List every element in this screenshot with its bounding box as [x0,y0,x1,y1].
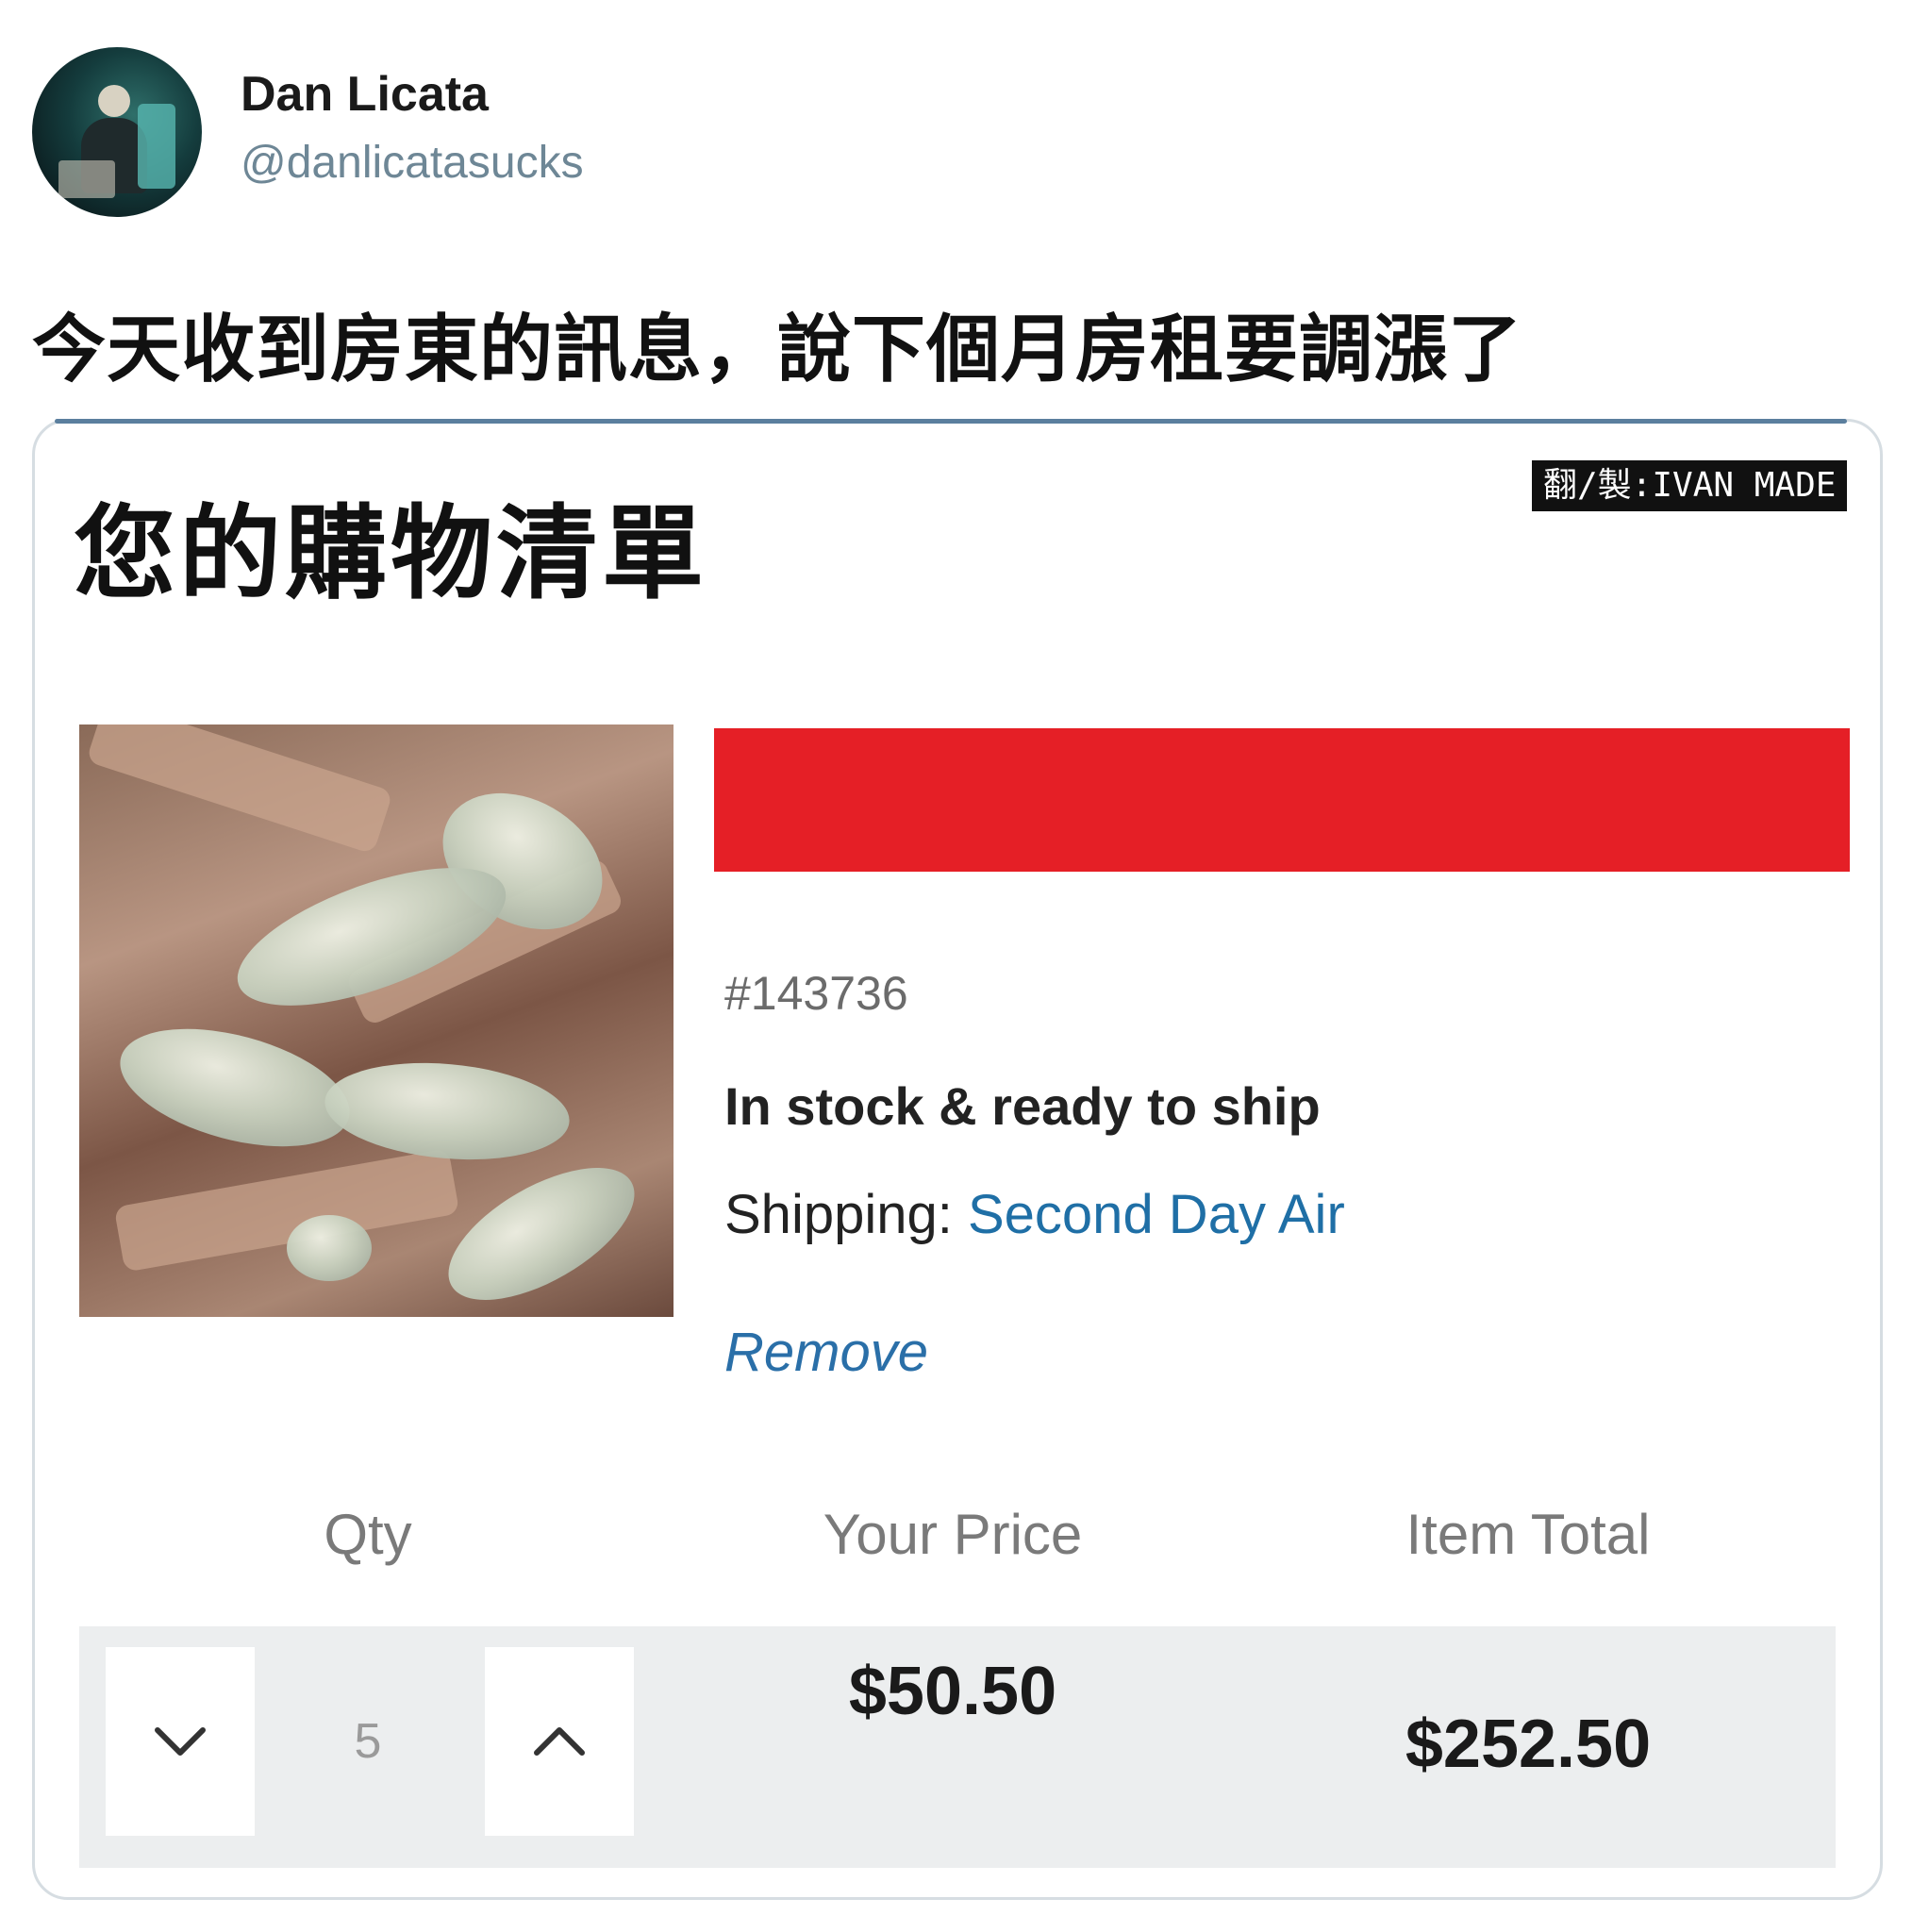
shipping-line: Shipping: Second Day Air [724,1183,1345,1246]
quantity-value[interactable]: 5 [258,1647,477,1836]
avatar[interactable] [32,47,202,217]
redacted-product-name [714,728,1850,872]
avatar-head-shape [98,85,130,117]
card-top-divider [55,419,1847,424]
author-name[interactable]: Dan Licata [241,66,489,123]
item-total: $252.50 [1405,1707,1652,1782]
tweet-text: 今天收到房東的訊息，說下個月房租要調漲了 [32,308,1523,391]
translator-credit-badge: 翻/製:IVAN MADE [1532,460,1848,511]
remove-item-link[interactable]: Remove [724,1321,928,1384]
increase-quantity-button[interactable] [485,1647,634,1836]
column-header-total: Item Total [1405,1503,1651,1566]
cart-title: 您的購物清單 [74,496,708,610]
chevron-down-icon [155,1727,206,1756]
item-sku: #143736 [724,967,908,1020]
unit-price: $50.50 [848,1654,1057,1729]
decrease-quantity-button[interactable] [106,1647,255,1836]
avatar-desk-shape [58,160,115,198]
column-header-qty: Qty [324,1503,412,1566]
product-image [79,724,673,1317]
author-handle[interactable]: @danlicatasucks [241,137,584,189]
column-header-price: Your Price [823,1503,1083,1566]
shipping-label: Shipping: [724,1184,953,1245]
stock-status: In stock & ready to ship [724,1076,1321,1136]
shipping-method-link[interactable]: Second Day Air [968,1184,1345,1245]
chevron-up-icon [534,1727,585,1756]
avatar-light-shape [138,104,175,189]
